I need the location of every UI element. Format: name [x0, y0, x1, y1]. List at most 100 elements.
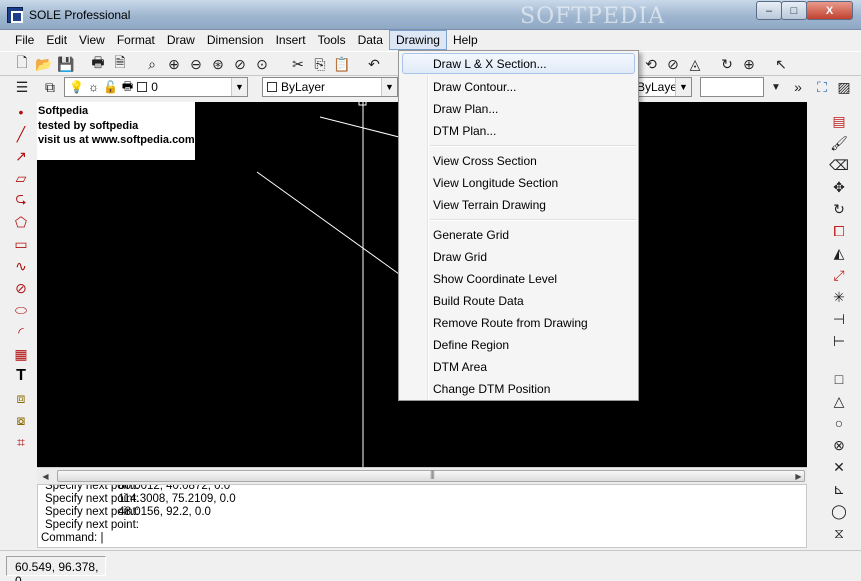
move-icon[interactable]: ✥ [826, 176, 852, 198]
menu-item-show-coordinate-level[interactable]: Show Coordinate Level [402, 268, 635, 289]
table-icon[interactable]: ⌗ [8, 431, 34, 453]
menu-item-view-longitude-section[interactable]: View Longitude Section [402, 172, 635, 193]
line-icon[interactable]: ╱ [8, 123, 34, 145]
menu-item-draw-plan[interactable]: Draw Plan... [402, 98, 635, 119]
zoom-previous-icon[interactable]: ⊘ [230, 54, 250, 74]
snap-node-icon[interactable]: ⊗ [826, 434, 852, 456]
crosshair-icon[interactable]: ⊕ [739, 54, 759, 74]
command-prompt[interactable]: Command: | [41, 532, 103, 545]
lineweight-select[interactable] [700, 77, 764, 97]
rotate-icon[interactable]: ↻ [826, 198, 852, 220]
multiline-icon[interactable]: ▱ [8, 167, 34, 189]
make-block-icon[interactable]: ⧇ [8, 409, 34, 431]
menu-item-dtm-area[interactable]: DTM Area [402, 356, 635, 377]
scroll-left-icon[interactable]: ◀ [37, 468, 54, 485]
chevron-down-icon[interactable]: ▼ [381, 78, 397, 96]
zoom-in-icon[interactable]: ⊕ [164, 54, 184, 74]
chevron-down-icon[interactable]: ▼ [231, 78, 247, 96]
layer-manager-icon[interactable]: ⧉ [40, 77, 60, 97]
menu-file[interactable]: File [9, 30, 40, 50]
new-file-icon[interactable]: 🗋 [12, 54, 32, 74]
snap-icon[interactable]: ⛶ [812, 77, 832, 97]
command-input[interactable]: | [100, 532, 103, 544]
menu-insert[interactable]: Insert [270, 30, 312, 50]
undo-icon[interactable]: ↶ [364, 54, 384, 74]
point-icon[interactable]: • [8, 101, 34, 123]
rectangle-icon[interactable]: ▭ [8, 233, 34, 255]
menu-dimension[interactable]: Dimension [201, 30, 270, 50]
hatch-icon[interactable]: ▦ [8, 343, 34, 365]
menu-item-define-region[interactable]: Define Region [402, 334, 635, 355]
menu-item-view-terrain-drawing[interactable]: View Terrain Drawing [402, 194, 635, 215]
maximize-button[interactable]: □ [781, 1, 807, 20]
menu-item-draw-lx-section[interactable]: Draw L & X Section... [402, 53, 635, 74]
menu-item-generate-grid[interactable]: Generate Grid [402, 224, 635, 245]
menu-item-view-cross-section[interactable]: View Cross Section [402, 150, 635, 171]
spline-icon[interactable]: ∿ [8, 255, 34, 277]
pointer-help-icon[interactable]: ↖ [771, 54, 791, 74]
snap-tangent-icon[interactable]: ◯ [826, 500, 852, 522]
snap-nearest-icon[interactable]: ⧖ [826, 522, 852, 544]
ray-icon[interactable]: ↗ [8, 145, 34, 167]
ellipse-icon[interactable]: ⬭ [8, 299, 34, 321]
menu-tools[interactable]: Tools [312, 30, 352, 50]
mirror-icon[interactable]: ◭ [826, 242, 852, 264]
insert-block-icon[interactable]: ⧈ [8, 387, 34, 409]
layers-icon[interactable]: ☰ [12, 77, 32, 97]
menu-format[interactable]: Format [111, 30, 161, 50]
erase-icon[interactable]: ⌫ [826, 154, 852, 176]
menu-item-build-route-data[interactable]: Build Route Data [402, 290, 635, 311]
extend-icon[interactable]: ⊢ [826, 330, 852, 352]
match-properties-icon[interactable]: 🖌 [826, 132, 852, 154]
menu-item-draw-contour[interactable]: Draw Contour... [402, 76, 635, 97]
cut-icon[interactable]: ✂ [288, 54, 308, 74]
save-icon[interactable]: 💾 [56, 54, 76, 74]
print-icon[interactable]: 🖶 [88, 54, 108, 74]
open-folder-icon[interactable]: 📂 [34, 54, 54, 74]
snap-endpoint-icon[interactable]: □ [826, 368, 852, 390]
refresh-icon[interactable]: ↻ [717, 54, 737, 74]
toolbar-overflow-icon[interactable]: ▼ [766, 77, 786, 97]
scroll-right-icon[interactable]: ▶ [790, 468, 807, 485]
more-tools-icon[interactable]: » [788, 77, 808, 97]
app-icon[interactable] [7, 7, 23, 23]
snap-perpendicular-icon[interactable]: ⊾ [826, 478, 852, 500]
minimize-button[interactable]: – [756, 1, 782, 20]
snap-intersection-icon[interactable]: ✕ [826, 456, 852, 478]
zoom-window-icon[interactable]: ⌕ [142, 54, 162, 74]
menu-draw[interactable]: Draw [161, 30, 201, 50]
grid-toggle-icon[interactable]: ▨ [834, 77, 854, 97]
menu-drawing[interactable]: Drawing [388, 30, 447, 50]
measure-icon[interactable]: ◬ [685, 54, 705, 74]
text-icon[interactable]: T [8, 365, 34, 387]
no-entry-icon[interactable]: ⊘ [663, 54, 683, 74]
menu-data[interactable]: Data [352, 30, 389, 50]
snap-midpoint-icon[interactable]: △ [826, 390, 852, 412]
copy-icon[interactable]: ⎘ [310, 54, 330, 74]
scale-icon[interactable]: ⧠ [826, 220, 852, 242]
menu-view[interactable]: View [73, 30, 111, 50]
zoom-out-icon[interactable]: ⊖ [186, 54, 206, 74]
menu-help[interactable]: Help [447, 30, 484, 50]
explode-icon[interactable]: ✳ [826, 286, 852, 308]
print-preview-icon[interactable]: 🗎 [110, 54, 130, 74]
menu-item-change-dtm-position[interactable]: Change DTM Position [402, 378, 635, 399]
scrollbar-thumb[interactable] [57, 469, 805, 482]
snap-center-icon[interactable]: ○ [826, 412, 852, 434]
horizontal-scrollbar[interactable]: ◀ ▶ [37, 467, 807, 484]
trim-icon[interactable]: ⊣ [826, 308, 852, 330]
polyline-icon[interactable]: ⮎ [8, 189, 34, 211]
properties-icon[interactable]: ▤ [826, 110, 852, 132]
paste-icon[interactable]: 📋 [332, 54, 352, 74]
stretch-icon[interactable]: ⤢ [826, 264, 852, 286]
menu-item-remove-route[interactable]: Remove Route from Drawing [402, 312, 635, 333]
close-button[interactable]: X [806, 1, 853, 20]
menu-item-draw-grid[interactable]: Draw Grid [402, 246, 635, 267]
zoom-extents-icon[interactable]: ⊛ [208, 54, 228, 74]
menu-item-dtm-plan[interactable]: DTM Plan... [402, 120, 635, 141]
orbit-icon[interactable]: ⟲ [641, 54, 661, 74]
zoom-all-icon[interactable]: ⊙ [252, 54, 272, 74]
command-window[interactable]: Specify next point: 80.0012, 40.0872, 0.… [37, 484, 807, 548]
chevron-down-icon[interactable]: ▼ [675, 78, 691, 96]
arc-icon[interactable]: ◜ [8, 321, 34, 343]
